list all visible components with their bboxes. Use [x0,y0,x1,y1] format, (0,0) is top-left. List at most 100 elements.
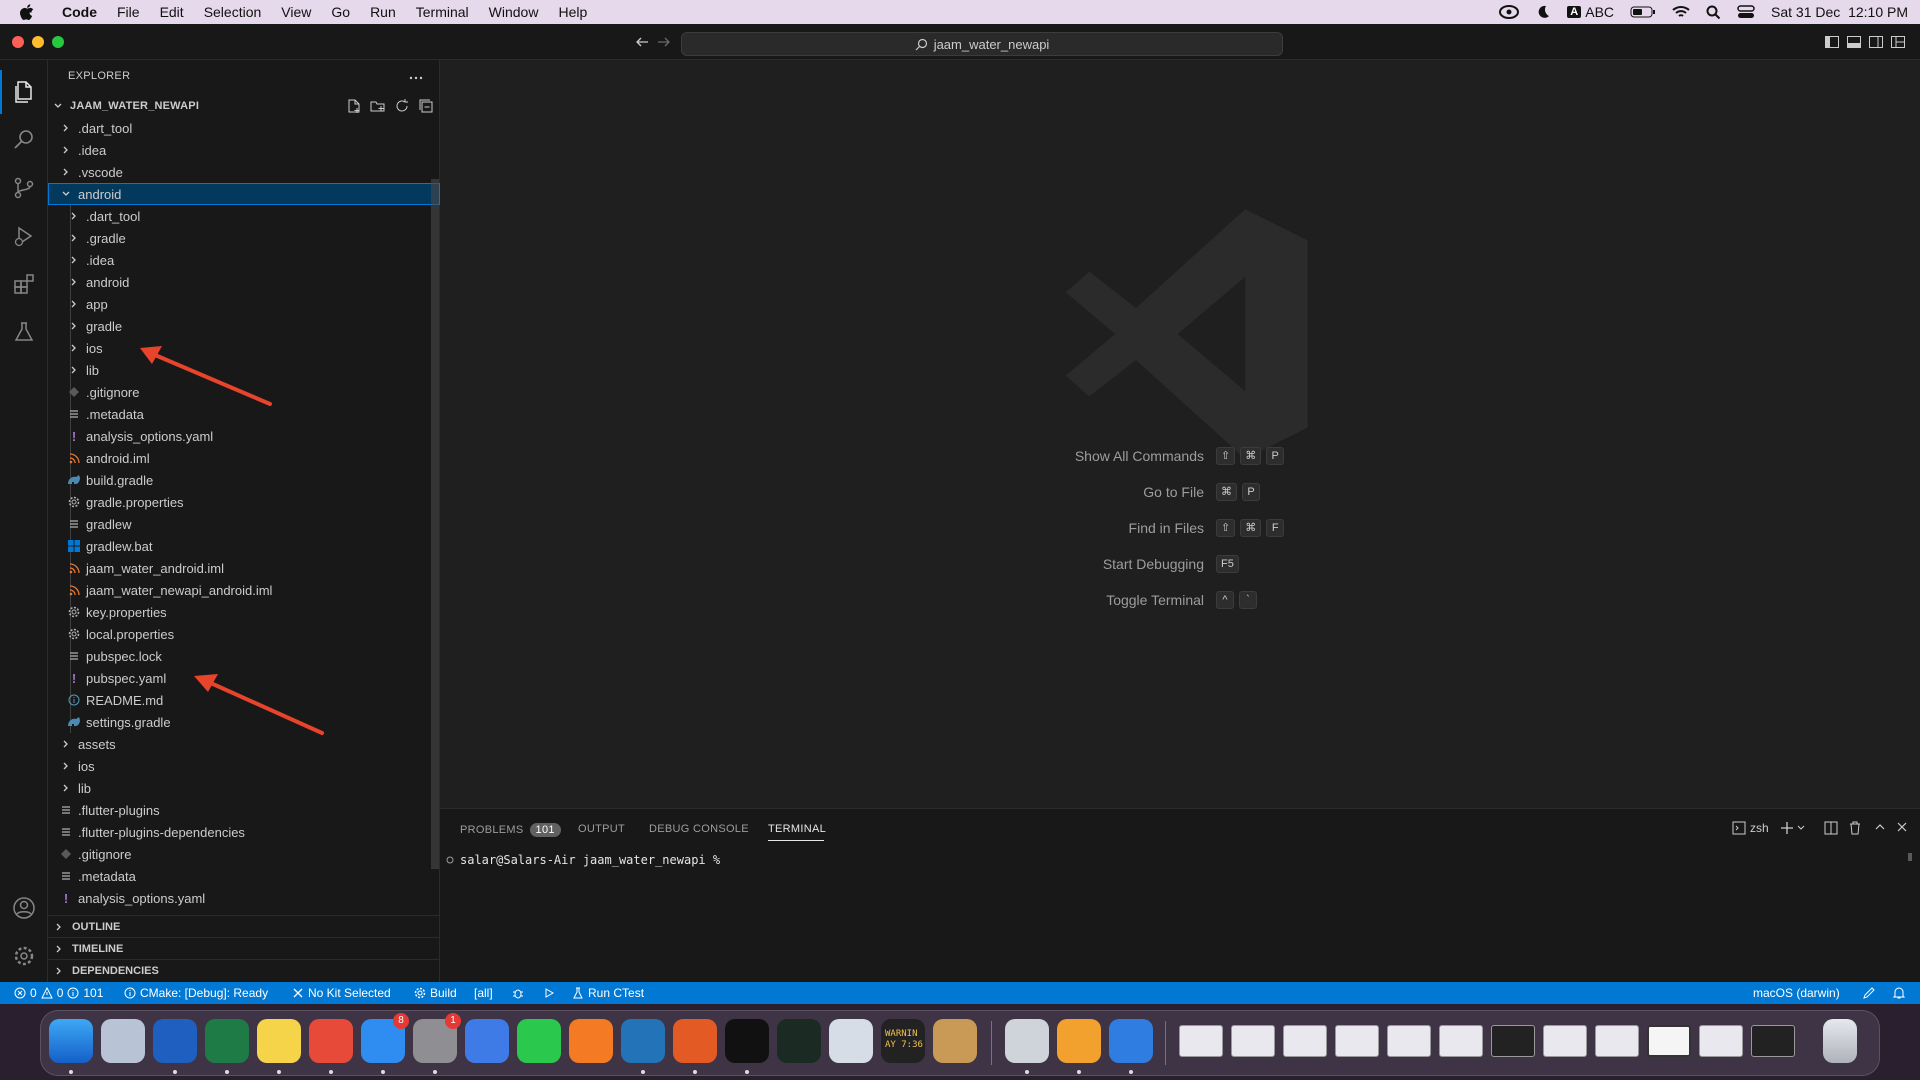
minimized-window-thumbnail[interactable] [1647,1025,1691,1057]
finder-icon[interactable] [49,1019,93,1063]
launchpad-icon[interactable] [101,1019,145,1063]
minimized-window-thumbnail[interactable] [1543,1025,1587,1057]
outline-section[interactable]: OUTLINE [48,915,440,937]
minimized-window-thumbnail[interactable] [1751,1025,1795,1057]
menu-terminal[interactable]: Terminal [406,0,479,24]
menu-help[interactable]: Help [548,0,597,24]
manage-gear-icon[interactable] [12,944,36,968]
tree-folder[interactable]: app [48,293,440,315]
explorer-files-icon[interactable] [12,80,36,104]
tree-file[interactable]: gradle.properties [48,491,440,513]
firefox-icon[interactable] [673,1019,717,1063]
minimized-window-thumbnail[interactable] [1699,1025,1743,1057]
run-debug-icon[interactable] [12,224,36,248]
welcome-shortcut[interactable]: Find in Files ⇧ ⌘ F [440,518,1920,538]
tree-file[interactable]: key.properties [48,601,440,623]
console-app-icon[interactable]: WARNIN AY 7:36 [881,1019,925,1063]
excel-icon[interactable] [205,1019,249,1063]
command-center-search[interactable]: jaam_water_newapi [681,32,1283,56]
cmake-status[interactable]: CMake: [Debug]: Ready [124,982,268,1004]
dependencies-section[interactable]: DEPENDENCIES [48,959,440,981]
terminal-output[interactable]: salar@Salars-Air jaam_water_newapi % [446,853,720,867]
new-terminal-plus-icon[interactable] [1780,821,1794,835]
tab-problems[interactable]: PROBLEMS 101 [460,823,561,837]
tree-folder[interactable]: .dart_tool [48,117,440,139]
notifications-bell-icon[interactable] [1892,982,1906,1004]
toggle-primary-sidebar-icon[interactable] [1824,34,1840,50]
customize-layout-icon[interactable] [1890,34,1906,50]
minimized-window-thumbnail[interactable] [1387,1025,1431,1057]
git-app-icon[interactable] [309,1019,353,1063]
welcome-shortcut[interactable]: Go to File ⌘ P [440,482,1920,502]
apple-icon[interactable] [20,4,36,20]
platform-status[interactable]: macOS (darwin) [1753,982,1840,1004]
launch-play-icon[interactable] [543,982,555,1004]
tree-file[interactable]: local.properties [48,623,440,645]
build-target-selector[interactable]: [all] [474,982,493,1004]
xcode-icon[interactable] [465,1019,509,1063]
terminal-shell-selector[interactable]: zsh [1732,821,1769,835]
menu-edit[interactable]: Edit [150,0,194,24]
terminal-app-icon[interactable] [725,1019,769,1063]
build-button[interactable]: Build [414,982,457,1004]
feedback-icon[interactable] [1862,982,1876,1004]
spotlight-search-icon[interactable] [1706,5,1721,20]
tree-file[interactable]: .gitignore [48,843,440,865]
activity-monitor-icon[interactable] [777,1019,821,1063]
minimized-window-thumbnail[interactable] [1179,1025,1223,1057]
tree-file[interactable]: build.gradle [48,469,440,491]
extensions-icon[interactable] [12,272,36,296]
sublime-text-icon[interactable] [1057,1019,1101,1063]
run-ctest-button[interactable]: Run CTest [572,982,644,1004]
tree-folder[interactable]: android [48,183,440,205]
timeline-section[interactable]: TIMELINE [48,937,440,959]
toggle-panel-icon[interactable] [1846,34,1862,50]
input-source-icon[interactable]: A ABC [1567,4,1614,20]
tree-folder[interactable]: gradle [48,315,440,337]
focus-moon-icon[interactable] [1535,4,1551,20]
toggle-secondary-sidebar-icon[interactable] [1868,34,1884,50]
tree-file[interactable]: ! analysis_options.yaml [48,887,440,909]
tree-folder[interactable]: lib [48,777,440,799]
tree-file[interactable]: ! analysis_options.yaml [48,425,440,447]
tree-folder[interactable]: .vscode [48,161,440,183]
tree-folder[interactable]: .gradle [48,227,440,249]
tree-file[interactable]: android.iml [48,447,440,469]
minimized-window-thumbnail[interactable] [1283,1025,1327,1057]
menu-go[interactable]: Go [321,0,360,24]
whatsapp-icon[interactable] [517,1019,561,1063]
tree-file[interactable]: .metadata [48,865,440,887]
kit-selector[interactable]: No Kit Selected [292,982,391,1004]
photos-app-icon[interactable] [569,1019,613,1063]
new-file-icon[interactable] [346,98,362,114]
menu-selection[interactable]: Selection [194,0,272,24]
wifi-icon[interactable] [1672,5,1690,19]
maximize-panel-chevron-up-icon[interactable] [1874,821,1886,833]
minimized-window-thumbnail[interactable] [1231,1025,1275,1057]
split-terminal-icon[interactable] [1824,821,1838,835]
battery-icon[interactable] [1630,6,1656,18]
menu-file[interactable]: File [107,0,150,24]
minimized-window-thumbnail[interactable] [1439,1025,1483,1057]
tree-folder[interactable]: ios [48,755,440,777]
tab-output[interactable]: OUTPUT [578,823,625,835]
word-icon[interactable] [153,1019,197,1063]
close-window-button[interactable] [12,36,24,48]
menu-app-code[interactable]: Code [52,0,107,24]
tree-file[interactable]: pubspec.lock [48,645,440,667]
notes-icon[interactable] [257,1019,301,1063]
tab-debug-console[interactable]: DEBUG CONSOLE [649,823,749,835]
problems-status[interactable]: 0 0 101 [14,982,103,1004]
source-control-icon[interactable] [12,176,36,200]
accounts-icon[interactable] [12,896,36,920]
minimize-window-button[interactable] [32,36,44,48]
tree-file[interactable]: gradlew.bat [48,535,440,557]
preview-icon[interactable] [1005,1019,1049,1063]
tree-file[interactable]: gradlew [48,513,440,535]
menu-run[interactable]: Run [360,0,406,24]
welcome-shortcut[interactable]: Toggle Terminal ^ ` [440,590,1920,610]
simulator-icon[interactable] [1109,1019,1153,1063]
tree-folder[interactable]: android [48,271,440,293]
tree-folder[interactable]: .idea [48,249,440,271]
tab-terminal[interactable]: TERMINAL [768,823,826,835]
